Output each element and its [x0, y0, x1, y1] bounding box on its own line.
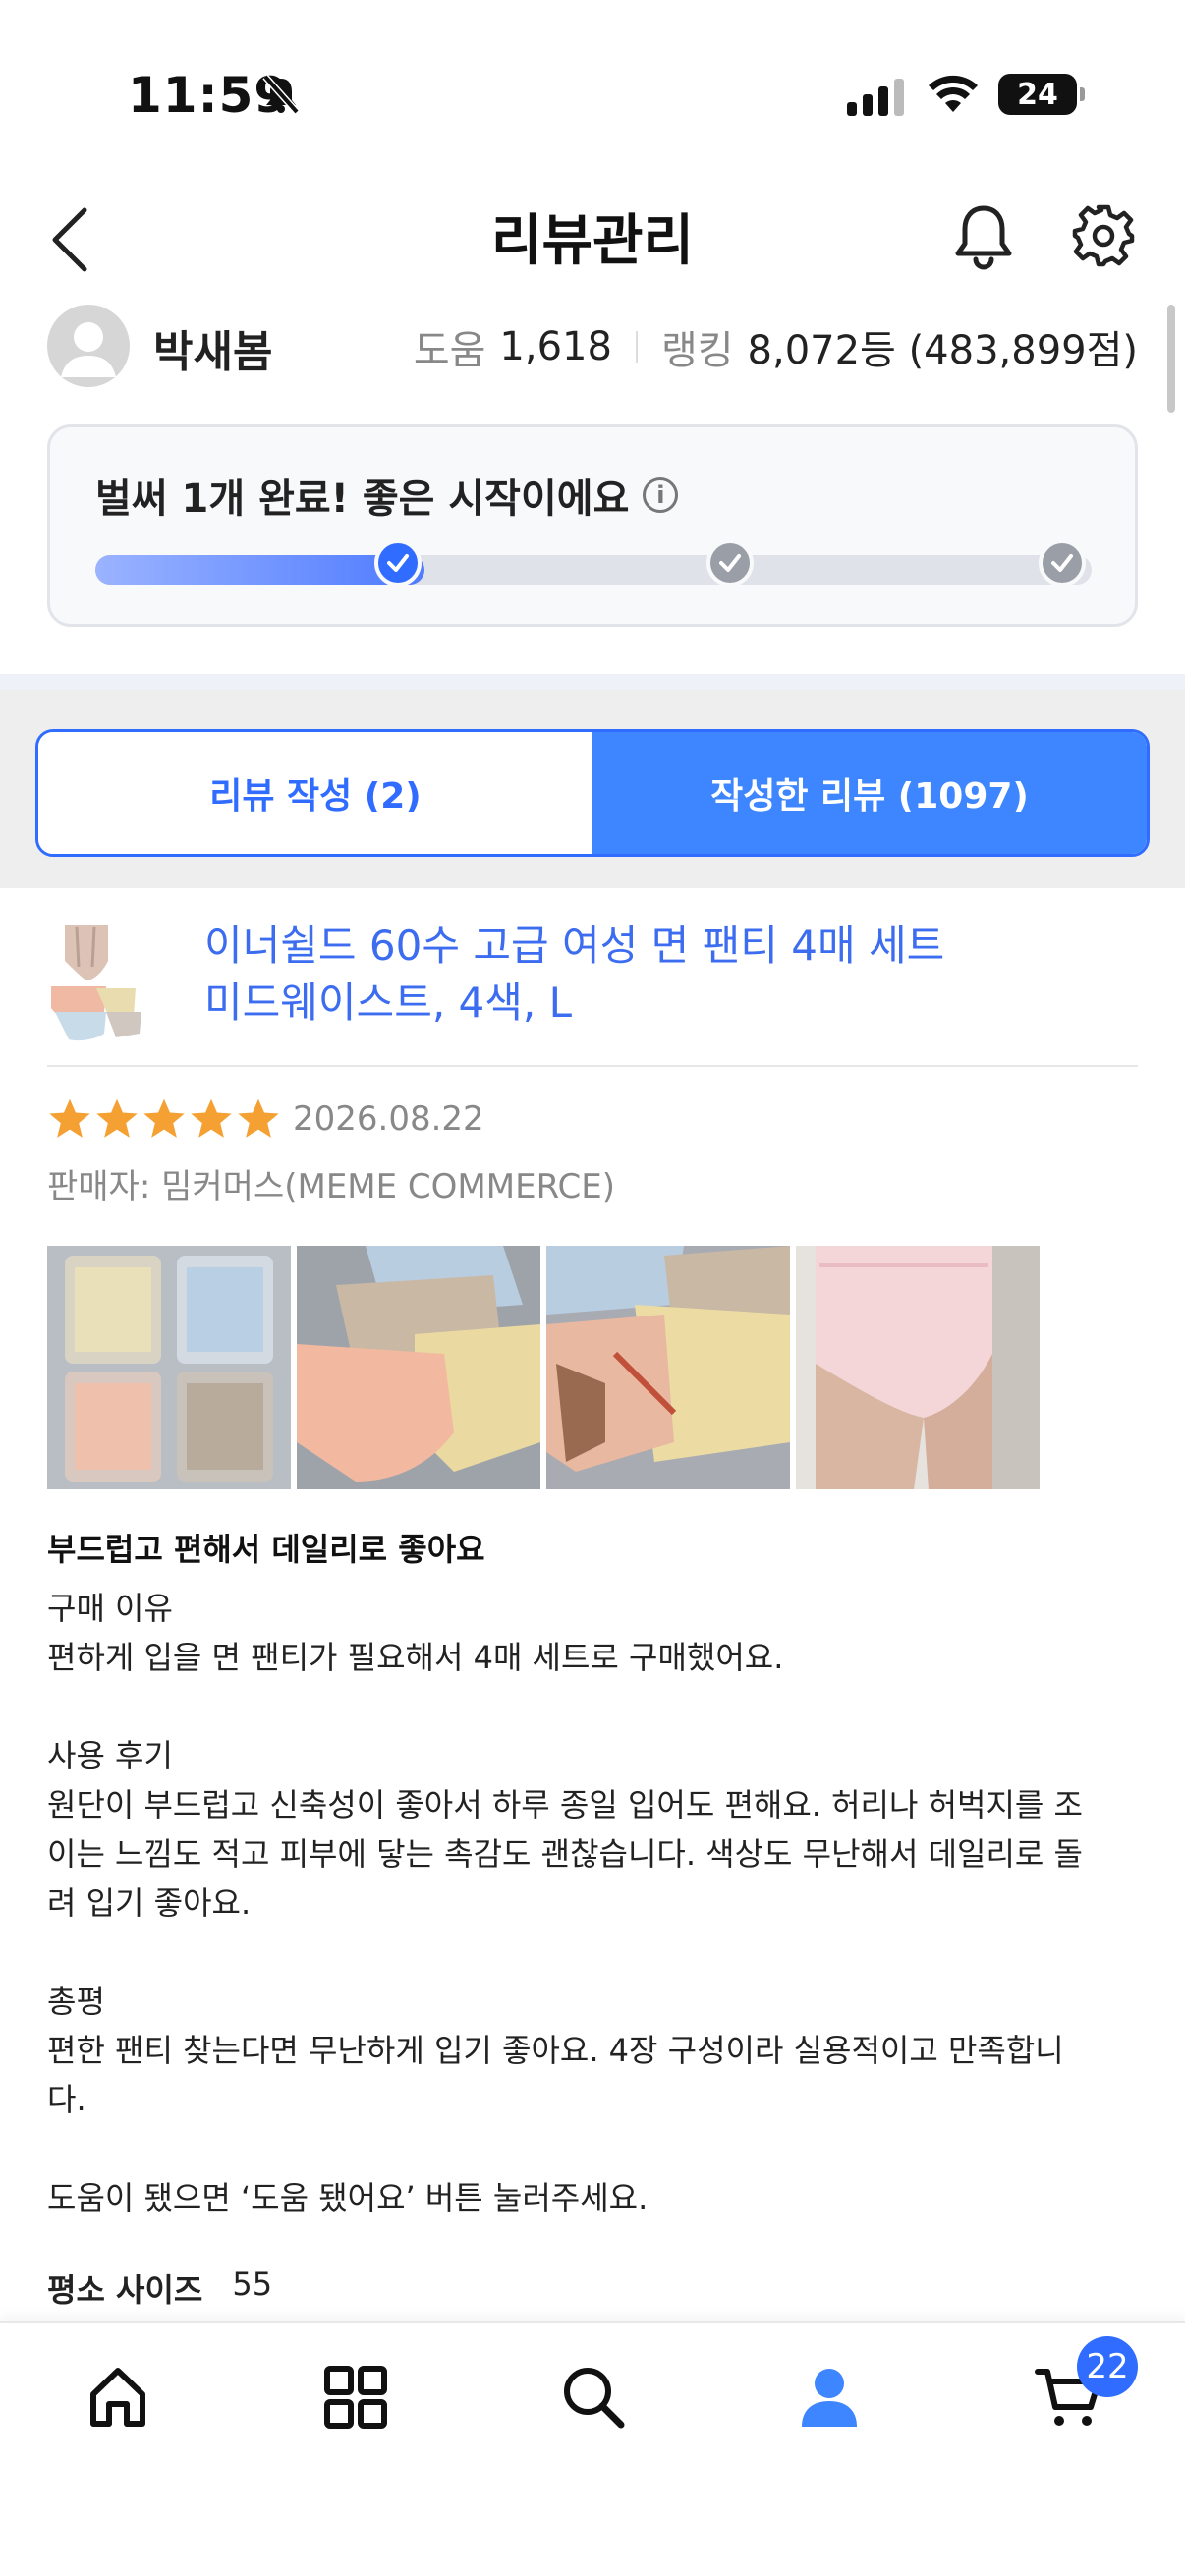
review-progress-card: 벌써 1개 완료! 좋은 시작이에요 i	[47, 424, 1138, 627]
star-icon	[191, 1098, 232, 1138]
star-icon	[49, 1098, 90, 1138]
review-body-line: 편하게 입을 면 팬티가 필요해서 4매 세트로 구매했어요.	[47, 1639, 784, 1676]
progress-message-text: 벌써 1개 완료! 좋은 시작이에요	[95, 476, 630, 522]
progress-step-3	[1039, 539, 1086, 587]
tab-written-reviews[interactable]: 작성한 리뷰 (1097)	[592, 732, 1147, 854]
help-count: 1,618	[499, 324, 612, 369]
rank-value: 8,072등 (483,899점)	[747, 328, 1138, 373]
progress-track	[95, 555, 1092, 585]
cart-count-badge: 22	[1077, 2336, 1138, 2397]
progress-step-1	[374, 539, 422, 587]
battery-level: 24	[1017, 77, 1058, 112]
stats-divider	[635, 331, 638, 363]
review-rating: 2026.08.22	[47, 1096, 484, 1142]
section-divider	[0, 674, 1185, 690]
star-icon	[96, 1098, 138, 1138]
settings-button[interactable]	[1071, 200, 1136, 275]
check-icon	[387, 554, 409, 572]
review-date: 2026.08.22	[293, 1099, 484, 1139]
review-body: 구매 이유편하게 입을 면 팬티가 필요해서 4매 세트로 구매했어요. 사용 후…	[47, 1584, 1138, 2222]
product-name-line2: 미드웨이스트, 4색, L	[204, 979, 573, 1027]
review-body-line: 다.	[47, 2081, 86, 2118]
home-icon[interactable]	[79, 2358, 157, 2436]
category-grid-icon[interactable]	[316, 2358, 395, 2436]
gear-icon	[1072, 204, 1135, 267]
review-body-gap	[47, 1928, 1138, 1977]
battery-icon: 24	[998, 74, 1085, 115]
product-row[interactable]: 이너쉴드 60수 고급 여성 면 팬티 4매 세트 미드웨이스트, 4색, L	[47, 912, 1138, 1067]
product-thumbnail[interactable]	[47, 918, 167, 1043]
review-body-line: 구매 이유	[47, 1590, 173, 1627]
scrollbar[interactable]	[1167, 305, 1175, 413]
check-icon	[1051, 554, 1073, 572]
user-stats: 도움 1,618 랭킹 8,072등 (483,899점)	[414, 318, 1138, 375]
avatar[interactable]	[47, 305, 130, 387]
star-icon	[238, 1098, 279, 1138]
review-body-gap	[47, 2124, 1138, 2173]
bottom-navigation	[0, 2321, 1185, 2576]
review-body-line: 려 입기 좋아요.	[47, 1884, 252, 1922]
review-photos	[47, 1246, 1040, 1489]
review-photo-2[interactable]	[297, 1246, 540, 1489]
review-photo-4[interactable]	[796, 1246, 1040, 1489]
help-label: 도움	[413, 328, 486, 373]
review-body-line: 원단이 부드럽고 신축성이 좋아서 하루 종일 입어도 편해요. 허리나 허벅지…	[47, 1786, 1083, 1823]
review-body-line: 총평	[47, 1983, 105, 2020]
wifi-icon	[928, 75, 979, 118]
review-body-line: 이는 느낌도 적고 피부에 닿는 촉감도 괜찮습니다. 색상도 무난해서 데일리…	[47, 1835, 1083, 1873]
user-name: 박새봄	[153, 327, 273, 377]
review-body-line: 도움이 됐으면 ‘도움 됐어요’ 버튼 눌러주세요.	[47, 2179, 649, 2216]
notification-button[interactable]	[951, 200, 1016, 275]
review-body-line: 편한 팬티 찾는다면 무난하게 입기 좋아요. 4장 구성이라 실용적이고 만족…	[47, 2032, 1064, 2069]
seller-name: 판매자: 밈커머스(MEME COMMERCE)	[47, 1167, 616, 1206]
star-icon	[143, 1098, 185, 1138]
rank-label: 랭킹	[660, 328, 734, 373]
size-value: 55	[232, 2266, 273, 2303]
review-tabs: 리뷰 작성 (2) 작성한 리뷰 (1097)	[35, 729, 1150, 857]
review-body-gap	[47, 1682, 1138, 1731]
search-icon[interactable]	[554, 2358, 633, 2436]
product-name-line1: 이너쉴드 60수 고급 여성 면 팬티 4매 세트	[204, 922, 945, 970]
review-headline: 부드럽고 편해서 데일리로 좋아요	[47, 1531, 485, 1568]
review-body-line: 사용 후기	[47, 1737, 173, 1774]
status-bar: 11:59 24	[0, 0, 1185, 187]
top-app-bar: 리뷰관리	[0, 187, 1185, 295]
silent-mode-icon	[259, 73, 303, 120]
progress-message: 벌써 1개 완료! 좋은 시작이에요 i	[95, 467, 679, 524]
check-icon	[719, 554, 741, 572]
cellular-signal-icon	[847, 77, 904, 116]
size-info: 평소 사이즈 55	[47, 2266, 272, 2311]
review-photo-1[interactable]	[47, 1246, 291, 1489]
tab-write-review[interactable]: 리뷰 작성 (2)	[38, 732, 592, 854]
my-profile-icon[interactable]	[790, 2358, 869, 2436]
info-icon[interactable]: i	[643, 477, 679, 513]
profile-summary: 박새봄 도움 1,618 랭킹 8,072등 (483,899점)	[47, 305, 1138, 389]
review-photo-3[interactable]	[546, 1246, 790, 1489]
progress-step-2	[706, 539, 754, 587]
size-label: 평소 사이즈	[47, 2271, 203, 2309]
bell-icon	[955, 205, 1012, 270]
product-name[interactable]: 이너쉴드 60수 고급 여성 면 팬티 4매 세트 미드웨이스트, 4색, L	[204, 918, 944, 1032]
